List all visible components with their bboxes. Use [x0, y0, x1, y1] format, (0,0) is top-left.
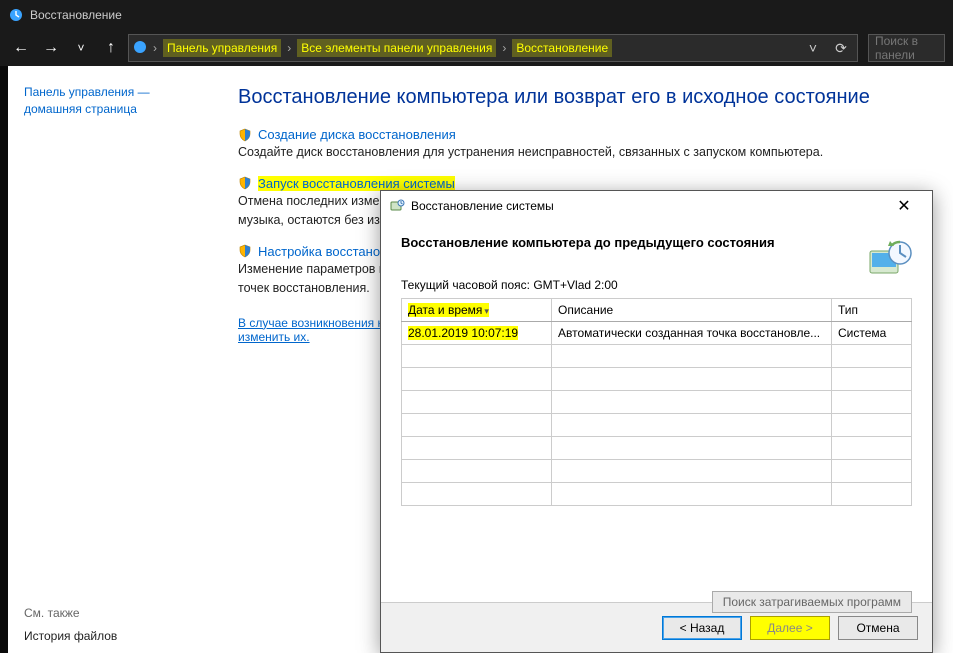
recovery-icon — [133, 40, 147, 57]
dialog-title: Восстановление системы — [411, 199, 554, 213]
system-restore-link[interactable]: Запуск восстановления системы — [258, 176, 455, 191]
shield-icon — [238, 128, 252, 142]
window-title: Восстановление — [30, 8, 122, 22]
nav-toolbar: ← → ˅ ↑ › Панель управления › Все элемен… — [0, 30, 953, 66]
table-row[interactable]: 28.01.2019 10:07:19 Автоматически создан… — [402, 322, 912, 345]
shield-icon — [238, 176, 252, 190]
page-title: Восстановление компьютера или возврат ег… — [238, 86, 923, 109]
restore-point-type: Система — [832, 322, 912, 345]
column-header-desc[interactable]: Описание — [552, 299, 832, 322]
chevron-right-icon: › — [285, 41, 293, 55]
chevron-right-icon: › — [151, 41, 159, 55]
scan-affected-button[interactable]: Поиск затрагиваемых программ — [712, 591, 912, 613]
search-input[interactable]: Поиск в панели — [868, 34, 945, 62]
column-header-type[interactable]: Тип — [832, 299, 912, 322]
table-row: . — [402, 368, 912, 391]
breadcrumb[interactable]: Панель управления — [163, 39, 281, 57]
search-placeholder: Поиск в панели — [875, 34, 938, 62]
close-button[interactable]: ✕ — [884, 192, 924, 220]
restore-points-table[interactable]: Дата и время▾ Описание Тип 28.01.2019 10… — [401, 298, 912, 506]
nav-up-button[interactable]: ↑ — [98, 35, 124, 61]
other-options-link-2[interactable]: изменить их. — [238, 330, 310, 344]
table-row: . — [402, 483, 912, 506]
restore-point-date: 28.01.2019 10:07:19 — [408, 326, 518, 340]
dialog-body: Восстановление компьютера до предыдущего… — [381, 221, 932, 602]
nav-recent-button[interactable]: ˅ — [68, 35, 94, 61]
see-also-label: См. также — [24, 606, 192, 620]
table-row: . — [402, 437, 912, 460]
breadcrumb[interactable]: Все элементы панели управления — [297, 39, 496, 57]
sidebar: Панель управления — домашняя страница См… — [8, 66, 208, 653]
titlebar: Восстановление — [0, 0, 953, 30]
cancel-button[interactable]: Отмена — [838, 616, 918, 640]
timezone-label: Текущий часовой пояс: GMT+Vlad 2:00 — [401, 278, 912, 292]
shield-icon — [238, 244, 252, 258]
table-row: . — [402, 391, 912, 414]
create-recovery-drive-desc: Создайте диск восстановления для устране… — [238, 144, 923, 162]
dialog-heading: Восстановление компьютера до предыдущего… — [401, 235, 912, 250]
address-bar[interactable]: › Панель управления › Все элементы панел… — [128, 34, 858, 62]
nav-forward-button[interactable]: → — [38, 35, 64, 61]
next-button[interactable]: Далее > — [750, 616, 830, 640]
nav-back-button[interactable]: ← — [8, 35, 34, 61]
dialog-titlebar: Восстановление системы ✕ — [381, 191, 932, 221]
restore-point-desc: Автоматически созданная точка восстановл… — [552, 322, 832, 345]
system-restore-dialog: Восстановление системы ✕ Восстановление … — [380, 190, 933, 653]
file-history-link[interactable]: История файлов — [24, 629, 117, 643]
other-options-link-1[interactable]: В случае возникновения н — [238, 316, 384, 330]
create-recovery-drive-link[interactable]: Создание диска восстановления — [258, 127, 456, 142]
restore-icon — [389, 197, 405, 216]
restore-large-icon — [866, 235, 914, 283]
refresh-button[interactable]: ⟳ — [829, 36, 853, 60]
back-button[interactable]: < Назад — [662, 616, 742, 640]
table-row: . — [402, 345, 912, 368]
table-row: . — [402, 414, 912, 437]
chevron-right-icon: › — [500, 41, 508, 55]
breadcrumb[interactable]: Восстановление — [512, 39, 612, 57]
column-header-date[interactable]: Дата и время▾ — [402, 299, 552, 322]
address-dropdown-button[interactable]: ˅ — [801, 36, 825, 60]
table-row: . — [402, 460, 912, 483]
recovery-icon — [8, 7, 24, 23]
control-panel-home-link[interactable]: Панель управления — домашняя страница — [24, 85, 150, 116]
